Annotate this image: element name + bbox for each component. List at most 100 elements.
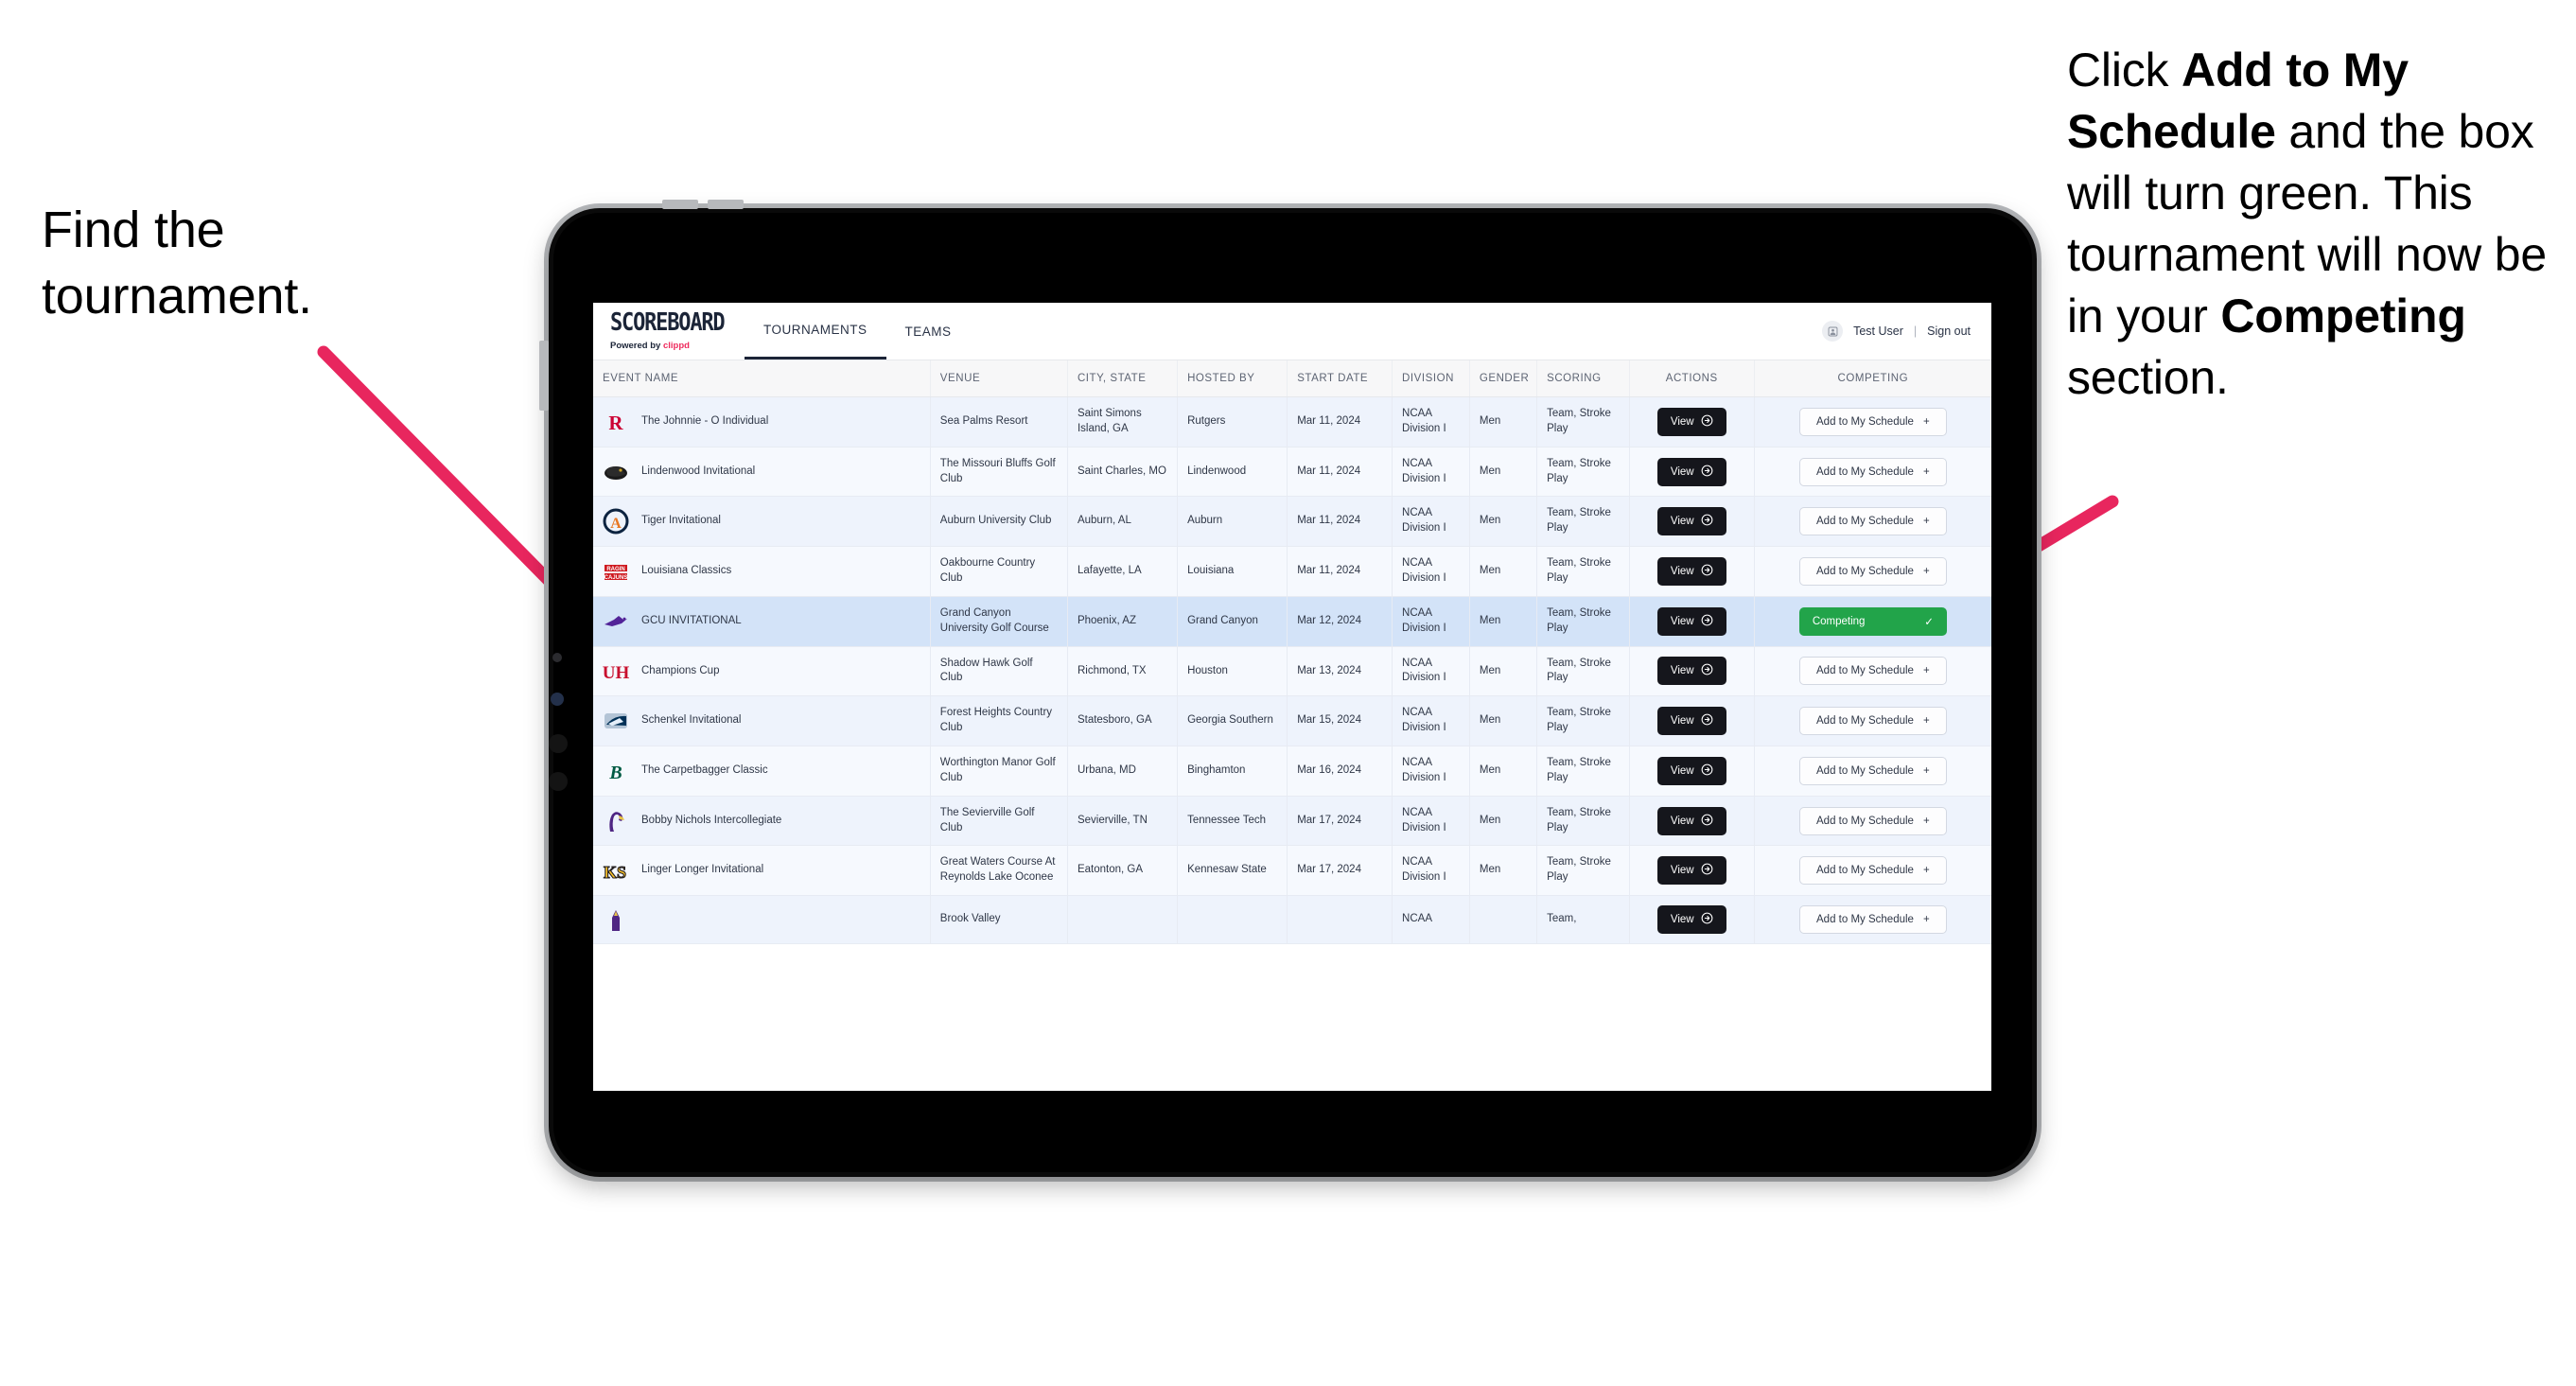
add-to-my-schedule-button[interactable]: Add to My Schedule + [1798, 507, 1947, 536]
add-to-my-schedule-label: Add to My Schedule [1816, 465, 1914, 478]
cell-division: NCAA Division I [1392, 396, 1470, 447]
table-row[interactable]: GCU INVITATIONAL Grand Canyon University … [593, 596, 1991, 647]
sign-out-link[interactable]: Sign out [1927, 325, 1971, 338]
tab-tournaments[interactable]: TOURNAMENTS [745, 303, 886, 360]
add-to-my-schedule-button[interactable]: Add to My Schedule + [1798, 407, 1947, 436]
table-row[interactable]: Lindenwood Invitational The Missouri Bluf… [593, 447, 1991, 498]
view-button[interactable]: View [1656, 707, 1726, 736]
plus-icon: + [1922, 415, 1930, 428]
table-row[interactable]: KS Linger Longer Invitational Great Waters… [593, 845, 1991, 897]
brand-title: SCOREBOARD [610, 308, 726, 338]
table-row[interactable]: B The Carpetbagger Classic Worthington Man… [593, 746, 1991, 797]
cell-event-name: Bobby Nichols Intercollegiate [593, 796, 931, 847]
table-row[interactable]: Schenkel Invitational Forest Heights Coun… [593, 695, 1991, 747]
cell-division: NCAA Division I [1392, 447, 1470, 498]
houston-logo: UH [603, 658, 629, 684]
plus-icon: + [1922, 516, 1930, 528]
user-name: Test User [1853, 325, 1903, 338]
cell-city-state: Lafayette, LA [1067, 546, 1179, 597]
partial-row-logo [603, 906, 629, 933]
plus-icon: + [1922, 465, 1930, 478]
power-button[interactable] [539, 341, 549, 411]
add-to-my-schedule-button[interactable]: Add to My Schedule + [1798, 557, 1947, 587]
cell-gender: Men [1469, 496, 1538, 548]
table-row[interactable]: Brook Valley NCAA Team, View Add to My Sched… [593, 895, 1991, 945]
add-to-my-schedule-button[interactable]: Add to My Schedule + [1798, 905, 1947, 935]
add-to-my-schedule-label: Add to My Schedule [1816, 415, 1914, 428]
brand-sub-prefix: Powered by [610, 341, 663, 351]
view-button[interactable]: View [1656, 457, 1726, 486]
cell-event-name: UH Champions Cup [593, 646, 931, 697]
column-header-gender: GENDER [1469, 360, 1538, 397]
add-to-my-schedule-button[interactable]: Add to My Schedule + [1798, 806, 1947, 835]
cell-event-name [593, 895, 931, 945]
view-button[interactable]: View [1656, 557, 1726, 587]
cell-city-state: Sevierville, TN [1067, 796, 1179, 847]
add-to-my-schedule-button[interactable]: Add to My Schedule + [1798, 756, 1947, 785]
annotation-text: section. [2067, 351, 2229, 404]
cell-gender: Men [1469, 596, 1538, 647]
table-row[interactable]: RAGIN CAJUNS Louisiana Classics Oakbourne C… [593, 546, 1991, 597]
arrow-right-circle-icon [1701, 465, 1713, 480]
cell-hosted-by: Binghamton [1177, 746, 1288, 797]
grand-canyon-lopes-logo [603, 608, 629, 635]
cell-start-date: Mar 12, 2024 [1287, 596, 1393, 647]
add-to-my-schedule-button[interactable]: Add to My Schedule + [1798, 457, 1947, 486]
view-button[interactable]: View [1656, 657, 1726, 686]
cell-start-date: Mar 13, 2024 [1287, 646, 1393, 697]
view-button[interactable]: View [1656, 856, 1726, 886]
cell-venue: Brook Valley [930, 895, 1068, 945]
user-avatar-icon[interactable] [1822, 321, 1844, 342]
column-header-hosted-by: HOSTED BY [1177, 360, 1288, 397]
tennessee-tech-logo [603, 808, 629, 834]
cell-actions: View [1629, 447, 1755, 498]
cell-scoring: Team, Stroke Play [1536, 796, 1630, 847]
plus-icon: + [1922, 865, 1930, 877]
view-button[interactable]: View [1656, 407, 1726, 436]
tournaments-table: EVENT NAME VENUE CITY, STATE HOSTED BY START… [593, 360, 1991, 945]
cell-start-date: Mar 11, 2024 [1287, 396, 1393, 447]
volume-down-button[interactable] [708, 200, 744, 209]
competing-button[interactable]: Competing ✓ [1798, 606, 1947, 636]
table-row[interactable]: A Tiger Invitational Auburn University Clu… [593, 496, 1991, 548]
add-to-my-schedule-label: Add to My Schedule [1816, 566, 1914, 578]
cell-venue: Sea Palms Resort [930, 396, 1068, 447]
cell-city-state: Eatonton, GA [1067, 845, 1179, 897]
cell-event-name: KS Linger Longer Invitational [593, 845, 931, 897]
speaker-dot-icon [549, 734, 568, 753]
view-button[interactable]: View [1656, 806, 1726, 835]
add-to-my-schedule-label: Add to My Schedule [1816, 865, 1914, 877]
annotation-right: Click Add to My Schedule and the box wil… [2067, 40, 2576, 409]
volume-up-button[interactable] [662, 200, 698, 209]
view-button-label: View [1670, 815, 1694, 827]
cell-hosted-by [1177, 895, 1288, 945]
cell-actions: View [1629, 845, 1755, 897]
cell-venue: Shadow Hawk Golf Club [930, 646, 1068, 697]
cell-venue: The Missouri Bluffs Golf Club [930, 447, 1068, 498]
view-button[interactable]: View [1656, 756, 1726, 785]
cell-competing: Add to My Schedule + [1754, 646, 1991, 697]
tab-teams[interactable]: TEAMS [886, 303, 971, 360]
add-to-my-schedule-button[interactable]: Add to My Schedule + [1798, 657, 1947, 686]
binghamton-logo: B [603, 758, 629, 784]
cell-competing: Add to My Schedule + [1754, 546, 1991, 597]
cell-gender [1469, 895, 1538, 945]
arrow-right-circle-icon [1701, 614, 1713, 629]
view-button[interactable]: View [1656, 507, 1726, 536]
cell-actions: View [1629, 895, 1755, 945]
cell-actions: View [1629, 496, 1755, 548]
cell-actions: View [1629, 695, 1755, 747]
add-to-my-schedule-button[interactable]: Add to My Schedule + [1798, 707, 1947, 736]
cell-start-date: Mar 16, 2024 [1287, 746, 1393, 797]
arrow-right-circle-icon [1701, 763, 1713, 779]
plus-icon: + [1922, 665, 1930, 677]
cell-hosted-by: Grand Canyon [1177, 596, 1288, 647]
view-button[interactable]: View [1656, 905, 1726, 935]
table-row[interactable]: UH Champions Cup Shadow Hawk Golf Club Rich… [593, 646, 1991, 697]
table-row[interactable]: R The Johnnie - O Individual Sea Palms Res… [593, 396, 1991, 447]
view-button-label: View [1670, 615, 1694, 627]
add-to-my-schedule-button[interactable]: Add to My Schedule + [1798, 856, 1947, 886]
table-row[interactable]: Bobby Nichols Intercollegiate The Sevierv… [593, 796, 1991, 847]
view-button[interactable]: View [1656, 606, 1726, 636]
cell-actions: View [1629, 396, 1755, 447]
